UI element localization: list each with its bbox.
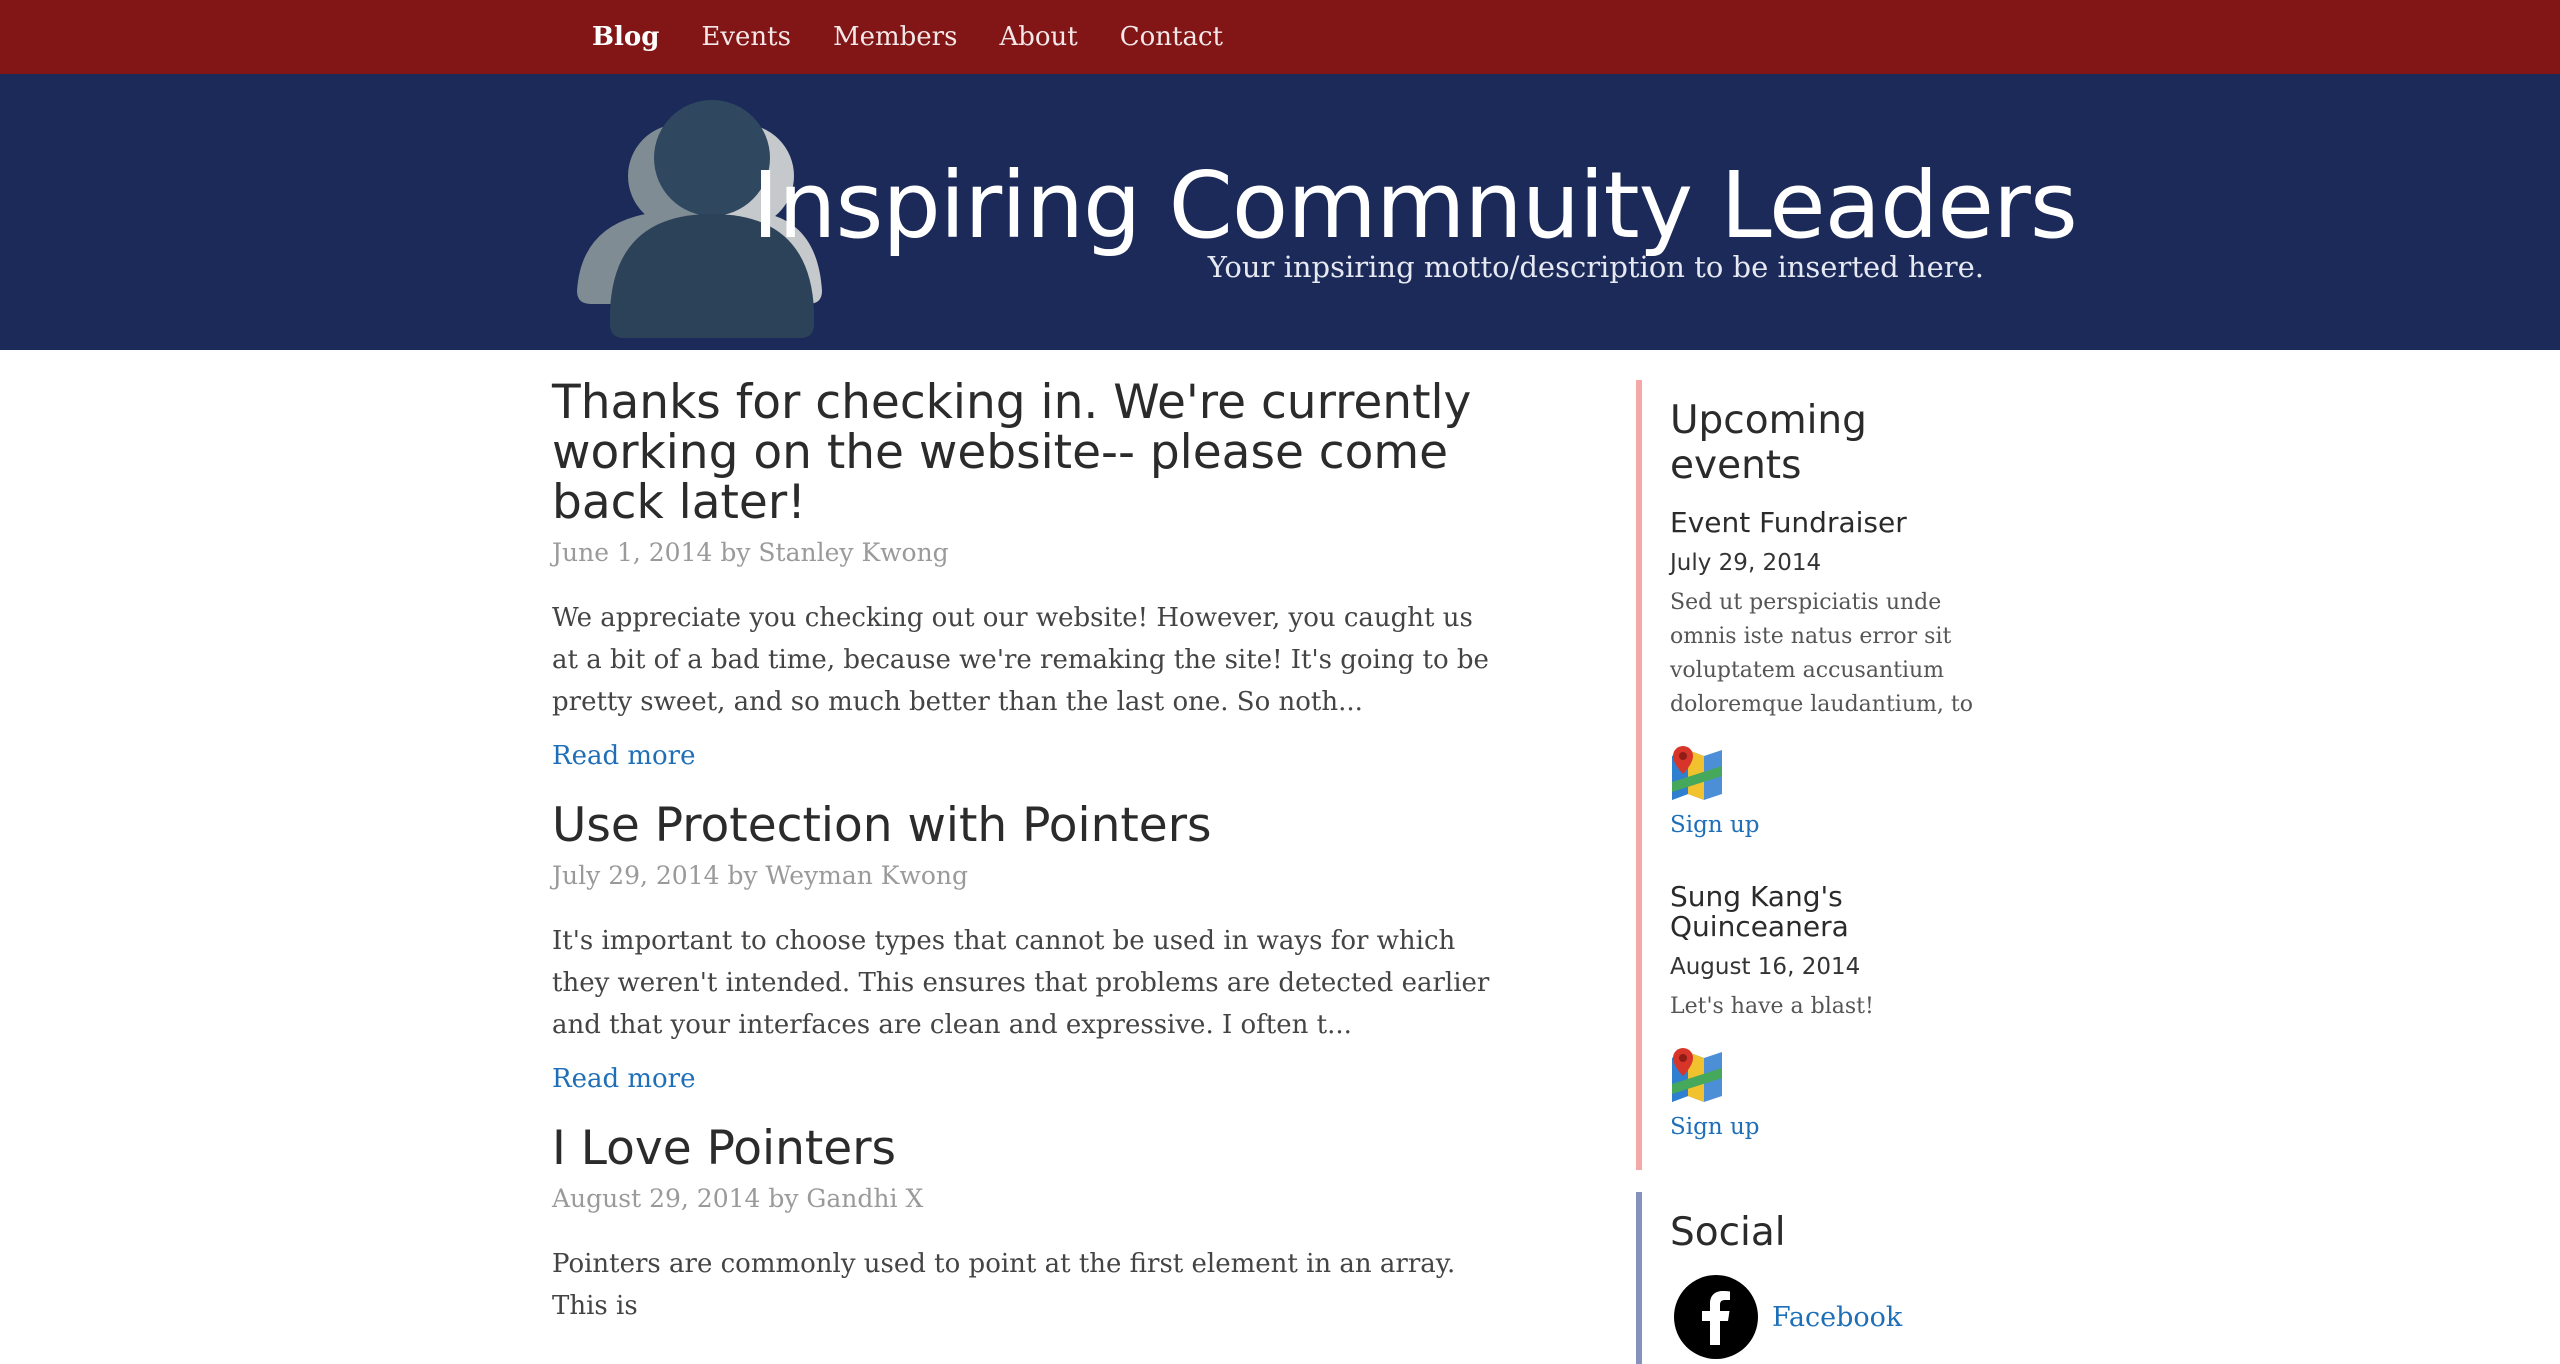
event-title[interactable]: Event Fundraiser (1670, 508, 1996, 538)
nav-item-contact[interactable]: Contact (1120, 22, 1223, 52)
social-item: Facebook (1674, 1275, 1996, 1359)
social-heading: Social (1670, 1210, 1786, 1255)
post-item: Thanks for checking in. We're currently … (552, 378, 1502, 772)
event-title[interactable]: Sung Kang's Quinceanera (1670, 882, 1930, 942)
nav-list: Blog Events Members About Contact (592, 0, 1265, 74)
social-panel: Social Facebook (1636, 1192, 1996, 1364)
nav-item-blog[interactable]: Blog (592, 22, 659, 52)
post-meta: July 29, 2014 by Weyman Kwong (552, 861, 969, 890)
site-title: Inspiring Commnuity Leaders (752, 152, 2078, 259)
read-more-link[interactable]: Read more (552, 741, 696, 771)
read-more-link[interactable]: Read more (552, 1064, 696, 1094)
top-nav: Blog Events Members About Contact (0, 0, 2560, 74)
post-excerpt: Pointers are commonly used to point at t… (552, 1249, 1456, 1321)
post-title[interactable]: Use Protection with Pointers (552, 801, 1502, 851)
site-motto: Your inpsiring motto/description to be i… (1207, 250, 1984, 284)
post-item: Use Protection with Pointers July 29, 20… (552, 801, 1502, 1095)
event-date: August 16, 2014 (1670, 954, 1861, 980)
facebook-link[interactable]: Facebook (1772, 1302, 1902, 1333)
site-banner: Inspiring Commnuity Leaders Your inpsiri… (0, 74, 2560, 350)
event-description: Sed ut perspiciatis unde omnis iste natu… (1670, 590, 1973, 717)
post-title[interactable]: Thanks for checking in. We're currently … (552, 378, 1502, 528)
upcoming-events-heading: Upcoming events (1670, 398, 1867, 488)
sign-up-link[interactable]: Sign up (1670, 812, 1760, 838)
event-description: Let's have a blast! (1670, 994, 1874, 1019)
post-title[interactable]: I Love Pointers (552, 1124, 1502, 1174)
nav-item-members[interactable]: Members (833, 22, 957, 52)
sign-up-link[interactable]: Sign up (1670, 1114, 1760, 1140)
facebook-icon[interactable] (1674, 1275, 1758, 1359)
upcoming-events-panel: Upcoming events Event Fundraiser July 29… (1636, 380, 1996, 1170)
map-pin-icon[interactable] (1670, 1046, 1724, 1102)
post-list: Thanks for checking in. We're currently … (552, 378, 1502, 1357)
nav-item-events[interactable]: Events (701, 22, 791, 52)
map-pin-icon[interactable] (1670, 744, 1724, 800)
event-date: July 29, 2014 (1670, 550, 1822, 576)
post-item: I Love Pointers August 29, 2014 by Gandh… (552, 1124, 1502, 1327)
post-excerpt: It's important to choose types that cann… (552, 926, 1490, 1040)
post-meta: June 1, 2014 by Stanley Kwong (552, 538, 949, 567)
post-meta: August 29, 2014 by Gandhi X (552, 1184, 924, 1213)
nav-item-about[interactable]: About (999, 22, 1077, 52)
event-item: Sung Kang's Quinceanera August 16, 2014 … (1670, 882, 1996, 1141)
event-item: Event Fundraiser July 29, 2014 Sed ut pe… (1670, 508, 1996, 839)
post-excerpt: We appreciate you checking out our websi… (552, 603, 1489, 717)
